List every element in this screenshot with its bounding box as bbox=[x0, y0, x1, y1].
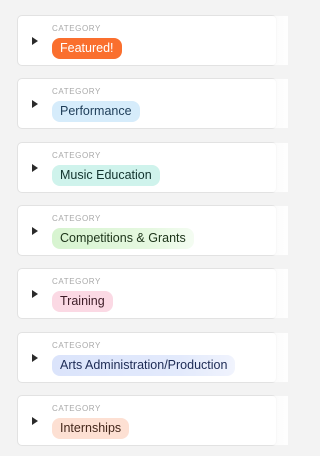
category-caption: CATEGORY bbox=[52, 214, 101, 223]
caret-right-icon[interactable] bbox=[32, 100, 38, 108]
category-tag-performance: Performance bbox=[52, 101, 140, 122]
category-caption: CATEGORY bbox=[52, 404, 101, 413]
category-tag-music-education: Music Education bbox=[52, 165, 160, 186]
category-row-training[interactable]: CATEGORY Training bbox=[17, 268, 288, 319]
category-caption: CATEGORY bbox=[52, 277, 101, 286]
category-tag-featured: Featured! bbox=[52, 38, 122, 59]
row-fade bbox=[228, 333, 288, 382]
category-row-internships[interactable]: CATEGORY Internships bbox=[17, 395, 288, 446]
caret-right-icon[interactable] bbox=[32, 164, 38, 172]
row-fade bbox=[228, 143, 288, 192]
row-fade bbox=[228, 16, 288, 65]
category-caption: CATEGORY bbox=[52, 341, 101, 350]
row-fade bbox=[228, 269, 288, 318]
category-row-featured[interactable]: CATEGORY Featured! bbox=[17, 15, 288, 66]
caret-right-icon[interactable] bbox=[32, 290, 38, 298]
category-row-competitions-grants[interactable]: CATEGORY Competitions & Grants bbox=[17, 205, 288, 256]
row-fade bbox=[228, 396, 288, 445]
row-fade bbox=[228, 206, 288, 255]
category-caption: CATEGORY bbox=[52, 87, 101, 96]
caret-right-icon[interactable] bbox=[32, 354, 38, 362]
row-fade bbox=[228, 79, 288, 128]
caret-right-icon[interactable] bbox=[32, 37, 38, 45]
category-tag-internships: Internships bbox=[52, 418, 130, 439]
caret-right-icon[interactable] bbox=[32, 417, 38, 425]
category-row-performance[interactable]: CATEGORY Performance bbox=[17, 78, 288, 129]
caret-right-icon[interactable] bbox=[32, 227, 38, 235]
category-tag-training: Training bbox=[52, 291, 113, 312]
category-tag-arts-administration: Arts Administration/Production bbox=[52, 355, 236, 376]
category-row-arts-administration[interactable]: CATEGORY Arts Administration/Production bbox=[17, 332, 288, 383]
category-caption: CATEGORY bbox=[52, 24, 101, 33]
category-row-music-education[interactable]: CATEGORY Music Education bbox=[17, 142, 288, 193]
category-caption: CATEGORY bbox=[52, 151, 101, 160]
category-tag-competitions-grants: Competitions & Grants bbox=[52, 228, 194, 249]
